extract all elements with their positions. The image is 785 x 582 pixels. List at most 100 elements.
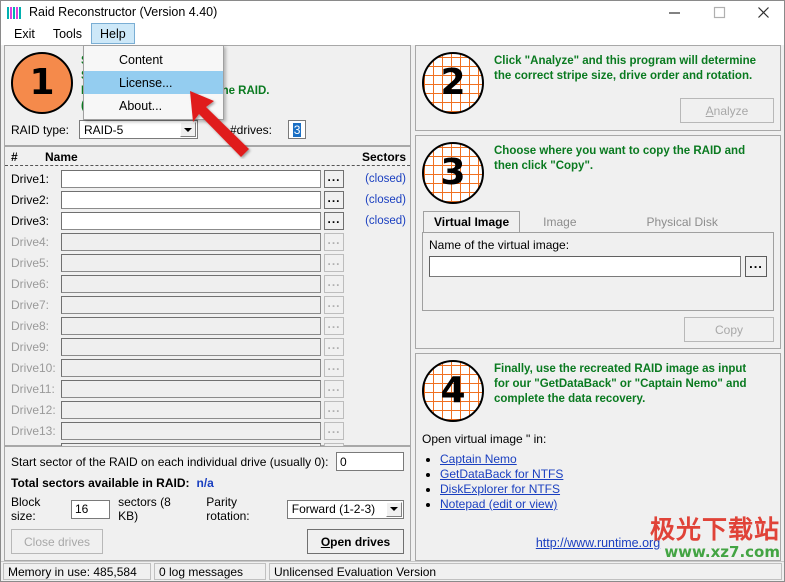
raid-type-select[interactable]: RAID-5 [79, 120, 198, 139]
drive-browse-button: ... [324, 254, 344, 272]
drive-label: Drive6: [11, 277, 50, 291]
drives-count-input[interactable]: 3 [288, 120, 307, 139]
step-4-text-line-1: Finally, use the recreated RAID image as… [494, 363, 747, 375]
minimize-icon[interactable] [652, 1, 697, 23]
drive-row: Drive12:... [11, 400, 406, 420]
step-1-number: 1 [29, 62, 55, 103]
tab-physical-disk[interactable]: Physical Disk [635, 211, 729, 232]
step-3-panel: 3 Choose where you want to copy the RAID… [415, 135, 781, 349]
drive-path-input [61, 254, 321, 272]
open-drives-button[interactable]: Open drives [307, 529, 404, 554]
close-icon[interactable] [742, 1, 784, 23]
list-item: Captain Nemo [440, 452, 774, 466]
drive-label: Drive11: [11, 382, 55, 396]
drive-table-header: # Name Sectors [5, 147, 410, 166]
drive-row: Drive9:... [11, 337, 406, 357]
runtime-website-link[interactable]: http://www.runtime.org [536, 536, 660, 550]
drive-path-input [61, 296, 321, 314]
menu-item-exit[interactable]: Exit [5, 23, 44, 44]
step-2-panel: 2 Click "Analyze" and this program will … [415, 45, 781, 131]
step-3-number: 3 [440, 152, 466, 193]
drive-path-input [61, 359, 321, 377]
step-2-text-line-1: Click "Analyze" and this program will de… [494, 55, 757, 67]
tab-image[interactable]: Image [532, 211, 588, 232]
menu-option-about[interactable]: About... [84, 94, 223, 117]
chevron-down-icon[interactable] [180, 122, 196, 137]
open-drives-label: pen drives [330, 534, 391, 549]
drive-row: Drive11:... [11, 379, 406, 399]
drive-table-body: Drive1:... (closed) Drive2:... (closed) Driv… [5, 166, 410, 465]
app-link[interactable]: DiskExplorer for NTFS [440, 482, 560, 496]
drive-row: Drive10:... [11, 358, 406, 378]
list-item: DiskExplorer for NTFS [440, 482, 774, 496]
drive-browse-button: ... [324, 233, 344, 251]
drive-label: Drive7: [11, 298, 50, 312]
start-sector-label: Start sector of the RAID on each individ… [11, 454, 329, 469]
drive-browse-button: ... [324, 317, 344, 335]
list-item: GetDataBack for NTFS [440, 467, 774, 481]
drive-path-input[interactable] [61, 170, 321, 188]
drive-row: Drive3:... (closed) [11, 211, 406, 231]
virtual-image-name-label: Name of the virtual image: [429, 238, 570, 252]
chevron-down-icon[interactable] [385, 501, 402, 517]
drive-browse-button: ... [324, 338, 344, 356]
raid-type-row: RAID type: RAID-5 #drives: 3 [11, 120, 405, 139]
virtual-image-browse-button[interactable]: ... [745, 256, 767, 277]
drive-label: Drive1: [11, 172, 50, 186]
drive-browse-button: ... [324, 401, 344, 419]
step-1-badge: 1 [11, 52, 73, 114]
open-virtual-image-label: Open virtual image " in: [422, 432, 547, 446]
step-4-number: 4 [440, 370, 466, 411]
drive-row: Drive5:... [11, 253, 406, 273]
menu-item-help[interactable]: Help [91, 23, 135, 44]
drive-label: Drive8: [11, 319, 50, 333]
app-link[interactable]: Notepad (edit or view) [440, 497, 557, 511]
drive-label: Drive9: [11, 340, 50, 354]
virtual-image-name-input[interactable] [429, 256, 741, 277]
raid-parameters-panel: Start sector of the RAID on each individ… [4, 446, 411, 561]
drive-label: Drive5: [11, 256, 50, 270]
left-column: 1 S S ves in this RAID array. N images t… [4, 45, 411, 561]
drive-label: Drive10: [11, 361, 56, 375]
start-sector-input[interactable]: 0 [336, 452, 404, 471]
drive-path-input[interactable] [61, 212, 321, 230]
status-memory: Memory in use: 485,584 [3, 563, 151, 580]
drive-browse-button: ... [324, 380, 344, 398]
tab-virtual-image[interactable]: Virtual Image [423, 211, 521, 233]
total-sectors-row: Total sectors available in RAID: n/a [11, 476, 404, 490]
app-link[interactable]: GetDataBack for NTFS [440, 467, 563, 481]
block-size-input[interactable]: 16 [70, 499, 111, 519]
status-log-messages[interactable]: 0 log messages [154, 563, 266, 580]
analyze-button[interactable]: Analyze [680, 98, 774, 123]
drive-browse-button[interactable]: ... [324, 170, 344, 188]
title-bar: Raid Reconstructor (Version 4.40) [1, 1, 784, 23]
block-size-units: sectors (8 KB) [118, 495, 171, 523]
drive-sectors-value: (closed) [365, 173, 406, 185]
close-drives-button[interactable]: Close drives [11, 529, 103, 554]
column-header-number: # [11, 150, 18, 164]
app-link[interactable]: Captain Nemo [440, 452, 517, 466]
step-4-text-line-3: complete the data recovery. [494, 393, 646, 405]
drive-label: Drive12: [11, 403, 56, 417]
copy-button[interactable]: Copy [684, 317, 774, 342]
window-title: Raid Reconstructor (Version 4.40) [29, 5, 218, 19]
drive-sectors-value: (closed) [365, 194, 406, 206]
drive-browse-button: ... [324, 275, 344, 293]
drive-path-input[interactable] [61, 191, 321, 209]
step-2-number: 2 [440, 62, 466, 103]
app-logo-icon [7, 5, 23, 19]
parity-rotation-select[interactable]: Forward (1-2-3) [286, 499, 404, 519]
start-sector-row: Start sector of the RAID on each individ… [11, 452, 404, 471]
step-3-text-line-2: then click "Copy". [494, 160, 594, 172]
drive-browse-button[interactable]: ... [324, 212, 344, 230]
drive-row: Drive13:... [11, 421, 406, 441]
analyze-label: nalyze [713, 103, 749, 118]
maximize-icon[interactable] [697, 1, 742, 23]
menu-item-tools[interactable]: Tools [44, 23, 91, 44]
menu-option-content[interactable]: Content [84, 48, 223, 71]
drive-browse-button[interactable]: ... [324, 191, 344, 209]
drive-path-input [61, 275, 321, 293]
drive-path-input [61, 338, 321, 356]
drive-row: Drive6:... [11, 274, 406, 294]
menu-option-license[interactable]: License... [84, 71, 223, 94]
